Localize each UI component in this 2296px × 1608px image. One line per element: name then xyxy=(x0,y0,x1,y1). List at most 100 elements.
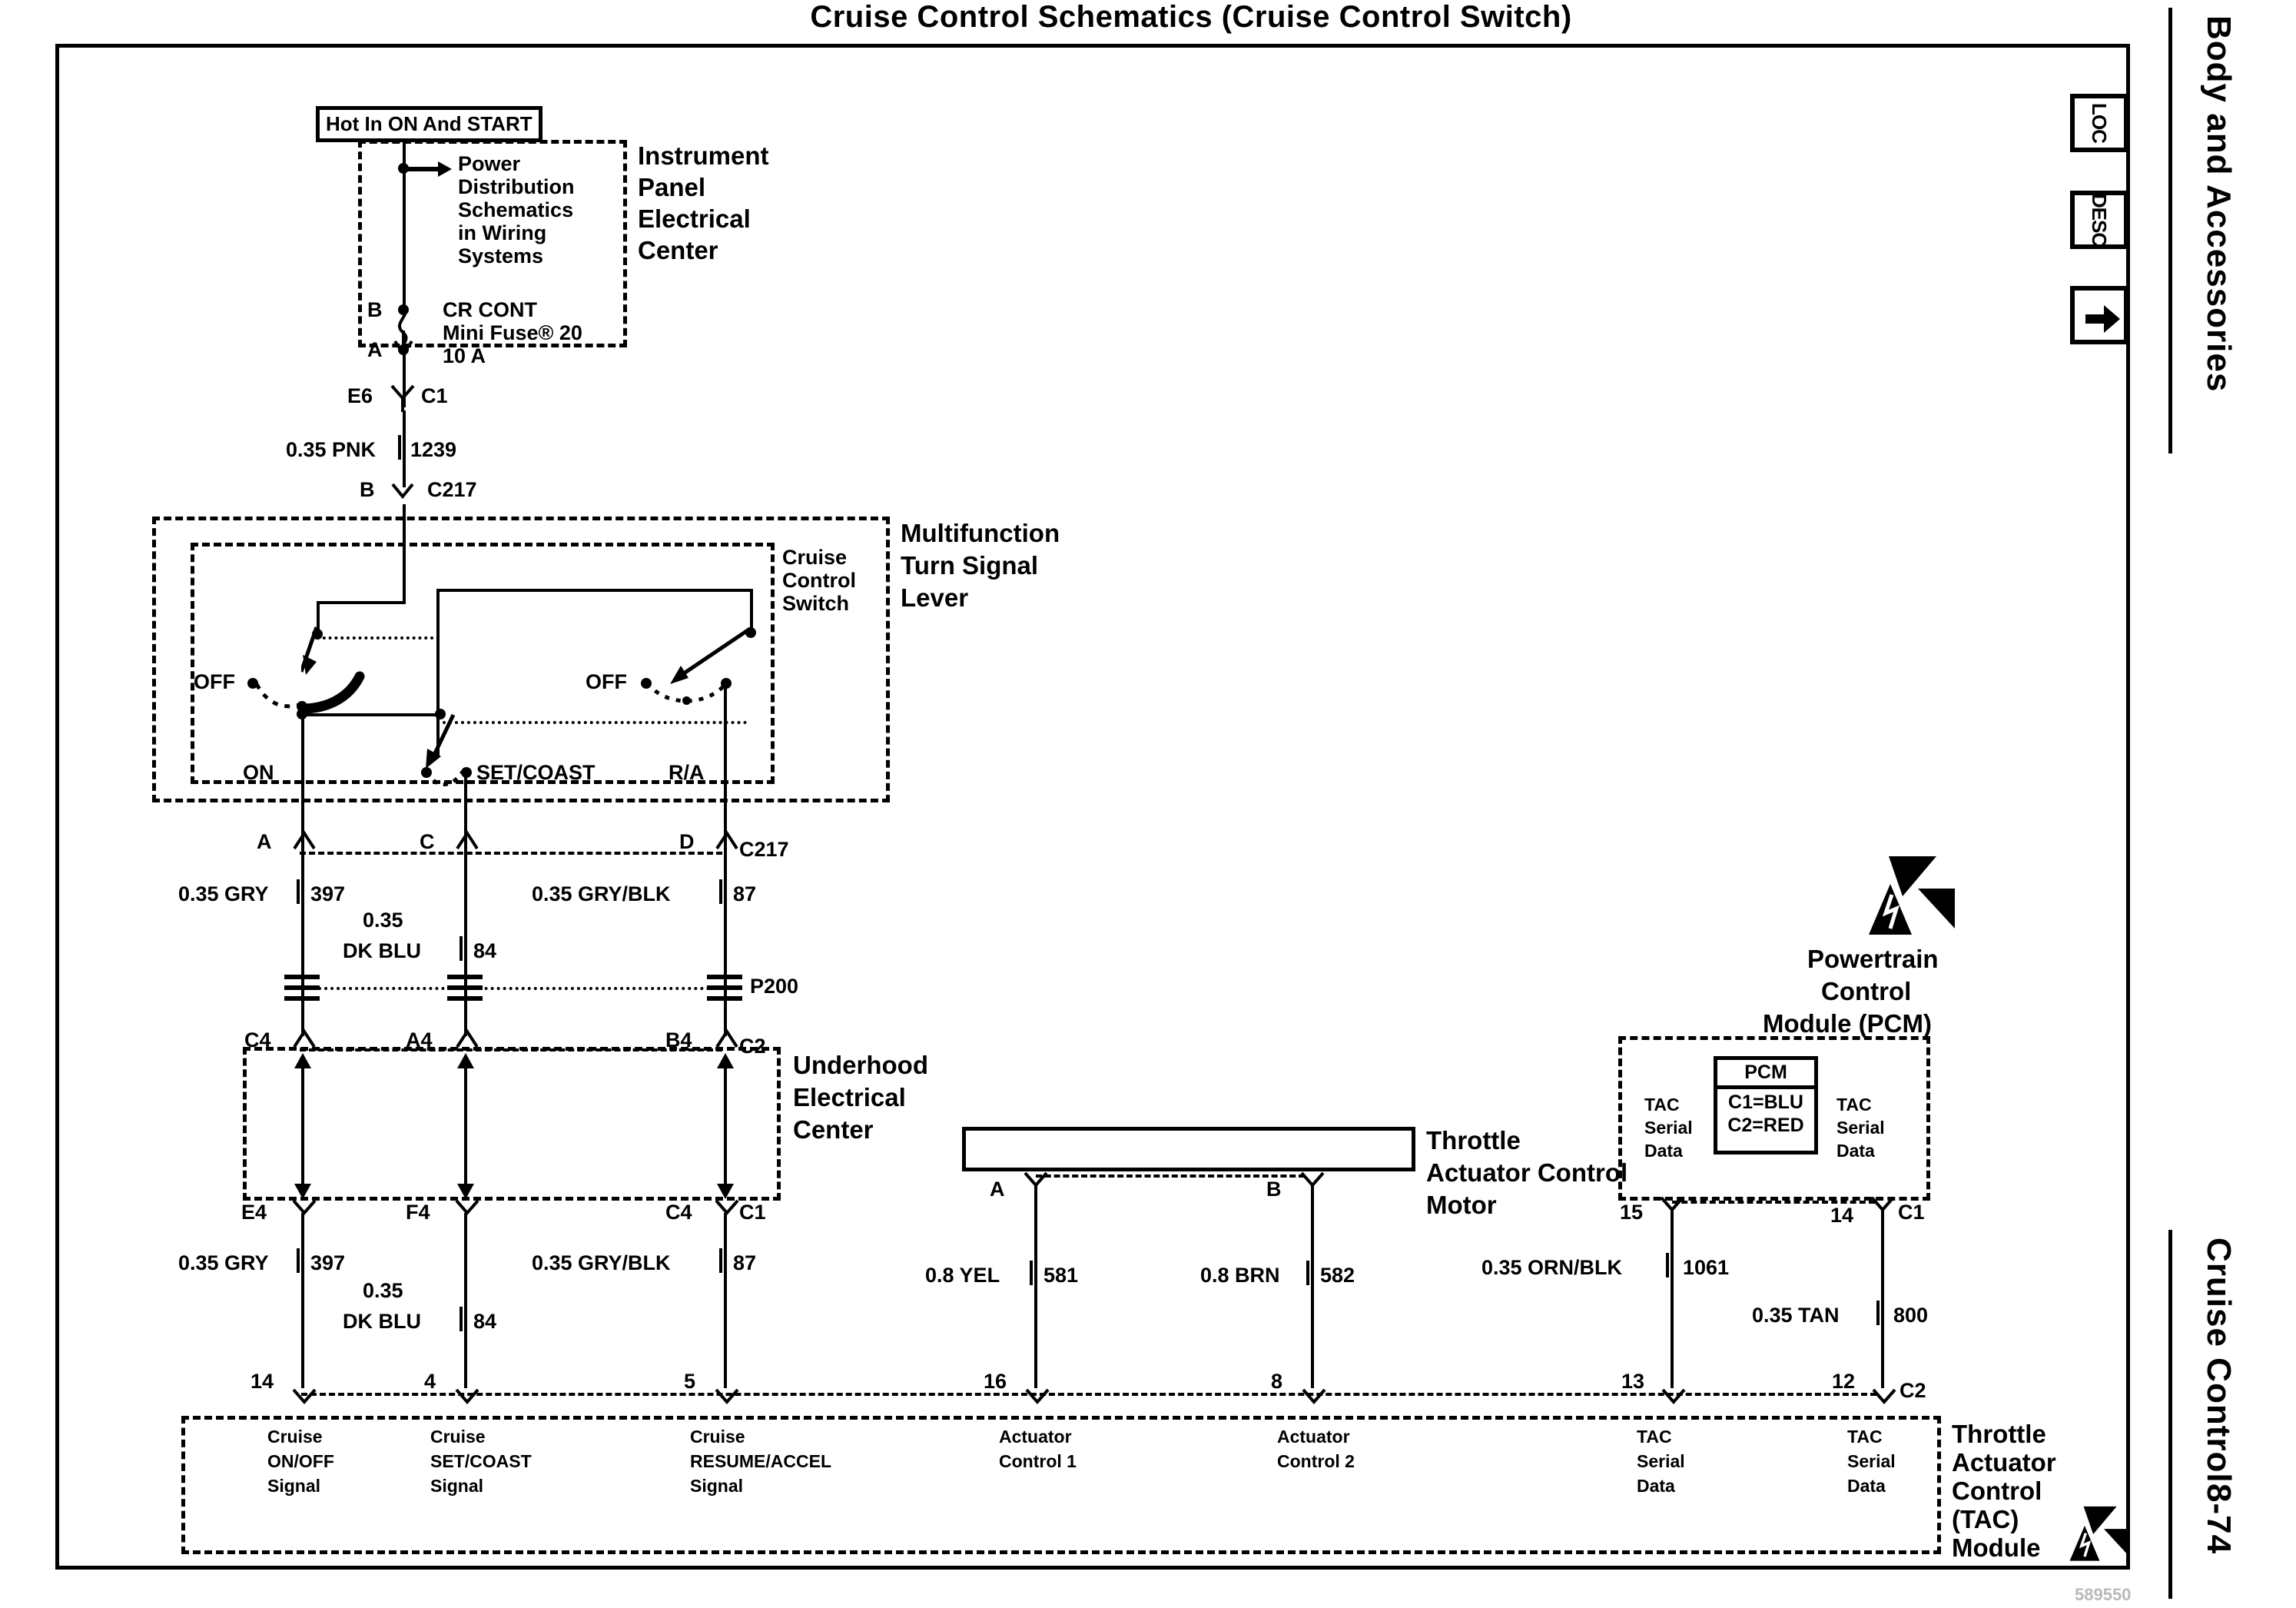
tac-pin-5-number: 5 xyxy=(684,1370,696,1393)
ccs-label-line2: Control xyxy=(782,569,856,592)
uec-label-line2: Electrical xyxy=(793,1083,906,1111)
uec-out-c4-label: C4 xyxy=(665,1201,692,1224)
wire-gryblk-87-upper xyxy=(724,850,727,988)
wire-gryblk-upper-sep xyxy=(719,879,722,904)
fuse-pin-b-dot xyxy=(398,304,409,315)
pcm-pin-15-label: 15 xyxy=(1620,1201,1644,1224)
wire-ornblk-sep xyxy=(1666,1253,1669,1277)
tac-pin-8-line1: Actuator xyxy=(1277,1427,1350,1447)
switch-ra-mid-dot xyxy=(682,696,691,705)
wire-brn-num: 582 xyxy=(1320,1264,1355,1287)
c217-pin-c-label: C xyxy=(420,830,435,853)
wire-gry-397-lower xyxy=(301,1213,304,1388)
uec-passthrough-dkblu-icon xyxy=(457,1053,474,1199)
pcm-tac-left-line2: Serial xyxy=(1644,1118,1693,1138)
c217-pin-d-label: D xyxy=(679,830,695,853)
esd-warning-icon-tac xyxy=(2069,1506,2130,1561)
tac-motor-box xyxy=(962,1127,1415,1171)
wire-yel-label: 0.8 YEL xyxy=(925,1264,1000,1287)
wire-gry-lower-num: 397 xyxy=(310,1251,346,1274)
wire-gry-upper-sep xyxy=(297,879,300,904)
power-ref-line1: Power xyxy=(458,152,521,175)
tac-module-connector-dashline xyxy=(301,1393,1876,1396)
pcm-label-line3: Module (PCM) xyxy=(1763,1009,1932,1038)
tac-pin-8-number: 8 xyxy=(1271,1370,1283,1393)
pcm-tac-left-line1: TAC xyxy=(1644,1095,1680,1115)
c217-out-conn-label: C217 xyxy=(739,838,789,861)
power-ref-line5: Systems xyxy=(458,244,544,267)
tac-motor-label-line2: Actuator Control xyxy=(1426,1158,1628,1187)
loc-button[interactable]: LOC xyxy=(2070,94,2128,152)
arrow-right-icon xyxy=(2085,305,2120,333)
uec-out-f4-label: F4 xyxy=(406,1201,430,1224)
ipec-label-line1: Instrument xyxy=(638,141,769,170)
hot-in-on-start-label: Hot In ON And START xyxy=(316,106,542,142)
sidebar-rule-top xyxy=(2168,8,2172,453)
connector-c217-d-icon xyxy=(715,830,738,850)
tac-pin-5-line2: RESUME/ACCEL xyxy=(690,1451,832,1471)
tac-pin-8-line2: Control 2 xyxy=(1277,1451,1355,1471)
uec-passthrough-gryblk-icon xyxy=(717,1053,734,1199)
loc-button-label: LOC xyxy=(2088,103,2112,143)
wire-dkblu-lower-label2: DK BLU xyxy=(343,1310,421,1333)
wire-ornblk-num: 1061 xyxy=(1683,1256,1730,1279)
tac-pin-4-line3: Signal xyxy=(430,1476,484,1496)
tac-module-label-line4: (TAC) xyxy=(1952,1505,2019,1533)
wire-gry-upper-num: 397 xyxy=(310,882,346,905)
c217-connector-dashline xyxy=(300,852,722,855)
uec-label-line1: Underhood xyxy=(793,1051,928,1079)
conn-c1-label: C1 xyxy=(421,384,448,407)
wire-gry-lower-sep xyxy=(297,1248,300,1273)
page-title: Cruise Control Schematics (Cruise Contro… xyxy=(810,0,1572,34)
wire-tan-num: 800 xyxy=(1893,1304,1929,1327)
conn-e6-label: E6 xyxy=(347,384,373,407)
switch-off-right-label: OFF xyxy=(586,670,627,693)
uec-label-line3: Center xyxy=(793,1115,874,1144)
wire-gry-upper-label: 0.35 GRY xyxy=(178,882,269,905)
switch-right-blade-arrow-icon xyxy=(670,627,752,684)
switch-on-label: ON xyxy=(243,761,274,784)
pcm-conn-c1-label: C1 xyxy=(1898,1201,1925,1224)
tac-pin-13-line1: TAC xyxy=(1637,1427,1672,1447)
wire-pnk-1239 xyxy=(403,410,406,487)
wire-dkblu-84-upper xyxy=(464,850,467,988)
pcm-label-line1: Powertrain xyxy=(1807,945,1939,973)
switch-feed-vertical xyxy=(403,504,406,604)
tac-pin-14-number: 14 xyxy=(251,1370,274,1393)
wire-brn-label: 0.8 BRN xyxy=(1200,1264,1280,1287)
switch-feed-horizontal xyxy=(317,601,406,604)
tac-pin-16-line2: Control 1 xyxy=(999,1451,1077,1471)
ccs-label-line3: Switch xyxy=(782,592,850,615)
wire-yel-sep xyxy=(1030,1261,1033,1285)
doc-number: 589550 xyxy=(2075,1585,2132,1604)
connector-c217-a-icon xyxy=(293,830,316,850)
power-ref-line3: Schematics xyxy=(458,198,574,221)
uec-box xyxy=(243,1047,781,1201)
tac-pin-5-line3: Signal xyxy=(690,1476,744,1496)
sidebar-rule-bottom xyxy=(2168,1230,2172,1599)
wire-dkblu-lower-sep xyxy=(460,1307,463,1331)
next-page-button[interactable] xyxy=(2070,286,2128,344)
wire-gryblk-upper-label: 0.35 GRY/BLK xyxy=(532,882,671,905)
c217-pin-b-label: B xyxy=(360,478,375,501)
fuse-pin-b-label: B xyxy=(367,298,383,321)
connector-uec-f4-out-icon xyxy=(455,1199,479,1216)
wire-gryblk-upper-num: 87 xyxy=(733,882,757,905)
tac-pin-4-number: 4 xyxy=(424,1370,436,1393)
wire-dkblu-upper-label2: DK BLU xyxy=(343,939,421,962)
tac-motor-pin-a-label: A xyxy=(990,1178,1005,1201)
wire-yel-581 xyxy=(1034,1185,1037,1388)
desc-button[interactable]: DESC xyxy=(2070,191,2128,249)
power-ref-line4: in Wiring xyxy=(458,221,547,244)
wire-gry-397-upper xyxy=(301,850,304,988)
splice-p200-link xyxy=(318,987,710,990)
wire-dkblu-lower-num: 84 xyxy=(473,1310,497,1333)
ipec-label-line2: Panel xyxy=(638,173,706,201)
desc-button-label: DESC xyxy=(2088,193,2112,247)
wire-gryblk-lower-sep xyxy=(719,1248,722,1273)
switch-right-rail-right xyxy=(750,589,753,632)
connector-c217-c-icon xyxy=(456,830,479,850)
switch-right-dotted-track xyxy=(436,721,747,724)
esd-warning-icon xyxy=(1869,856,1955,935)
wire-tan-label: 0.35 TAN xyxy=(1752,1304,1840,1327)
